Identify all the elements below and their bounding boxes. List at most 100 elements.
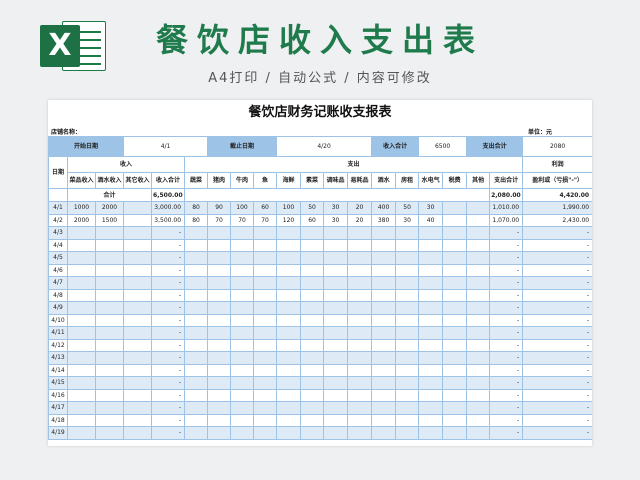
cell-pork[interactable] [207, 326, 232, 340]
cell-seafood[interactable]: 120 [276, 213, 302, 227]
cell-drink[interactable] [94, 413, 125, 427]
cell-profit[interactable]: - [522, 251, 592, 265]
cell-vegetarian[interactable] [300, 401, 325, 415]
cell-beef[interactable] [230, 326, 255, 340]
cell-consumables[interactable] [347, 376, 373, 390]
cell-other[interactable] [123, 288, 153, 302]
cell-fish[interactable] [253, 263, 278, 277]
cell-tax[interactable] [442, 351, 468, 365]
cell-fish[interactable] [253, 413, 278, 427]
cell-income[interactable]: - [151, 276, 186, 290]
cell-veg[interactable] [184, 338, 209, 352]
cell-pork[interactable] [207, 276, 232, 290]
cell-rent[interactable] [395, 413, 420, 427]
cell-rent[interactable]: 30 [395, 213, 420, 227]
cell-rent[interactable] [395, 288, 420, 302]
cell-liquor[interactable]: 380 [371, 213, 397, 227]
cell-fish[interactable] [253, 288, 278, 302]
cell-expense[interactable]: - [489, 251, 524, 265]
cell-expense[interactable]: - [489, 338, 524, 352]
cell-veg[interactable] [184, 313, 209, 327]
cell-utility[interactable] [418, 226, 444, 240]
cell-drink[interactable] [94, 376, 125, 390]
cell-tax[interactable] [442, 426, 468, 440]
cell-veg[interactable] [184, 288, 209, 302]
cell-others[interactable] [466, 251, 491, 265]
cell-utility[interactable] [418, 363, 444, 377]
cell-other[interactable] [123, 238, 153, 252]
cell-income[interactable]: - [151, 263, 186, 277]
cell-expense[interactable]: - [489, 363, 524, 377]
cell-consumables[interactable] [347, 238, 373, 252]
cell-other[interactable] [123, 226, 153, 240]
cell-tax[interactable] [442, 238, 468, 252]
cell-tax[interactable] [442, 276, 468, 290]
cell-beef[interactable] [230, 226, 255, 240]
cell-others[interactable] [466, 276, 491, 290]
cell-income[interactable]: - [151, 401, 186, 415]
cell-veg[interactable] [184, 401, 209, 415]
cell-pork[interactable] [207, 313, 232, 327]
cell-utility[interactable]: 30 [418, 201, 444, 215]
cell-pork[interactable] [207, 388, 232, 402]
cell-income[interactable]: - [151, 363, 186, 377]
cell-profit[interactable]: - [522, 351, 592, 365]
cell-fish[interactable] [253, 301, 278, 315]
cell-fish[interactable] [253, 276, 278, 290]
cell-drink[interactable] [94, 363, 125, 377]
cell-seasoning[interactable] [323, 363, 349, 377]
cell-other[interactable] [123, 213, 153, 227]
cell-seafood[interactable] [276, 263, 302, 277]
cell-seafood[interactable] [276, 401, 302, 415]
cell-profit[interactable]: - [522, 363, 592, 377]
cell-dish[interactable] [67, 401, 96, 415]
cell-liquor[interactable]: 400 [371, 201, 397, 215]
cell-other[interactable] [123, 301, 153, 315]
cell-other[interactable] [123, 201, 153, 215]
cell-beef[interactable] [230, 251, 255, 265]
cell-profit[interactable]: - [522, 413, 592, 427]
cell-seasoning[interactable] [323, 263, 349, 277]
cell-liquor[interactable] [371, 238, 397, 252]
cell-fish[interactable] [253, 401, 278, 415]
cell-fish[interactable] [253, 251, 278, 265]
cell-drink[interactable] [94, 388, 125, 402]
cell-vegetarian[interactable] [300, 263, 325, 277]
cell-pork[interactable] [207, 301, 232, 315]
cell-consumables[interactable] [347, 301, 373, 315]
cell-vegetarian[interactable] [300, 288, 325, 302]
cell-veg[interactable] [184, 376, 209, 390]
cell-tax[interactable] [442, 251, 468, 265]
cell-veg[interactable]: 80 [184, 201, 209, 215]
cell-seasoning[interactable]: 30 [323, 213, 349, 227]
cell-beef[interactable] [230, 263, 255, 277]
cell-tax[interactable] [442, 326, 468, 340]
cell-utility[interactable] [418, 301, 444, 315]
cell-expense[interactable]: - [489, 351, 524, 365]
cell-utility[interactable] [418, 263, 444, 277]
cell-liquor[interactable] [371, 376, 397, 390]
cell-liquor[interactable] [371, 388, 397, 402]
cell-drink[interactable] [94, 288, 125, 302]
cell-beef[interactable] [230, 413, 255, 427]
cell-rent[interactable] [395, 351, 420, 365]
cell-consumables[interactable] [347, 288, 373, 302]
cell-income[interactable]: - [151, 313, 186, 327]
cell-fish[interactable] [253, 388, 278, 402]
cell-tax[interactable] [442, 301, 468, 315]
cell-fish[interactable] [253, 226, 278, 240]
expense-total-cell[interactable]: 2080 [522, 136, 592, 157]
cell-vegetarian[interactable] [300, 363, 325, 377]
cell-tax[interactable] [442, 376, 468, 390]
cell-veg[interactable] [184, 226, 209, 240]
cell-consumables[interactable] [347, 226, 373, 240]
cell-profit[interactable]: - [522, 288, 592, 302]
cell-profit[interactable]: - [522, 326, 592, 340]
cell-other[interactable] [123, 426, 153, 440]
cell-beef[interactable] [230, 338, 255, 352]
cell-liquor[interactable] [371, 326, 397, 340]
cell-seasoning[interactable] [323, 326, 349, 340]
cell-beef[interactable] [230, 363, 255, 377]
cell-dish[interactable] [67, 363, 96, 377]
cell-liquor[interactable] [371, 313, 397, 327]
